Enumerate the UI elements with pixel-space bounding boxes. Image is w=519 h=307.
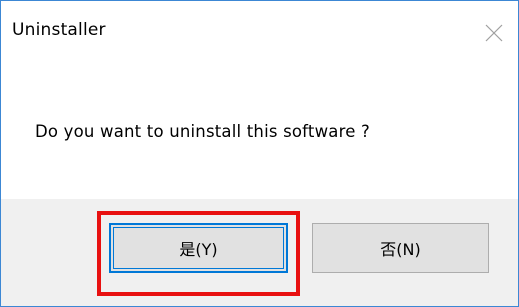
title-bar[interactable]: Uninstaller bbox=[1, 1, 518, 63]
close-icon bbox=[485, 24, 503, 42]
no-button[interactable]: 否(N) bbox=[312, 223, 489, 273]
no-button-label: 否(N) bbox=[380, 240, 421, 259]
confirmation-message: Do you want to uninstall this software ? bbox=[35, 122, 370, 141]
message-area: Do you want to uninstall this software ? bbox=[1, 63, 518, 199]
close-button[interactable] bbox=[472, 1, 518, 63]
window-title: Uninstaller bbox=[12, 20, 106, 40]
highlight-box bbox=[97, 211, 300, 296]
